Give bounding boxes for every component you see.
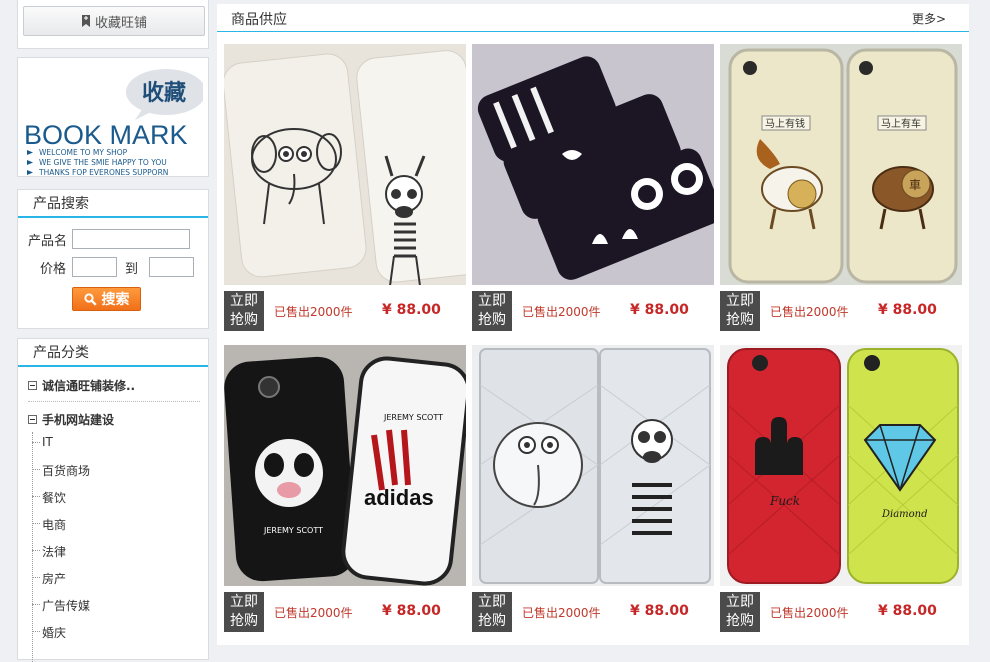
tree-line <box>32 432 34 662</box>
product-name-input[interactable] <box>72 229 190 249</box>
product-image-art-text-1: 马上有钱 <box>765 117 805 130</box>
bookmark-line-2: WE GIVE THE SMIE HAPPY TO YOU <box>39 158 167 167</box>
category-item-department-store[interactable]: 百货商场 <box>31 462 90 479</box>
favorite-shop-label: 收藏旺铺 <box>94 15 147 31</box>
bookmark-title: BOOK MARK <box>24 120 188 150</box>
product-supply-header: 商品供应 更多> <box>217 4 969 32</box>
price: ¥ 88.00 <box>382 603 441 619</box>
product-image-art-text-1: Fuck <box>769 494 800 508</box>
product-image-art-text-2: Diamond <box>881 509 928 520</box>
divider <box>28 401 200 402</box>
category-item-it[interactable]: IT <box>32 435 53 449</box>
more-link[interactable]: 更多> <box>912 10 946 27</box>
price-label: 价格 <box>40 261 67 277</box>
sold-count: 已售出2000件 <box>522 305 601 319</box>
price-min-input[interactable] <box>72 257 117 277</box>
bookmark-icon <box>81 15 90 27</box>
buy-now-button[interactable]: 立即 抢购 <box>224 291 264 331</box>
product-image[interactable] <box>224 44 466 285</box>
collapse-icon <box>28 415 37 424</box>
buy-now-button[interactable]: 立即 抢购 <box>720 592 760 632</box>
buy-now-label: 立即 抢购 <box>726 293 754 328</box>
search-button[interactable]: 搜索 <box>72 287 141 311</box>
phone-case-panda-adidas-image: JEREMY SCOTT adidas JEREMY SCOTT <box>224 345 466 586</box>
buy-now-label: 立即 抢购 <box>478 594 506 629</box>
category-item-ecommerce[interactable]: 电商 <box>31 516 66 533</box>
category-item-real-estate[interactable]: 房产 <box>31 570 66 587</box>
product-search-title: 产品搜索 <box>18 190 208 218</box>
bookmark-bubble-text: 收藏 <box>142 80 186 106</box>
price-to-label: 到 <box>125 261 139 277</box>
product-image-art-text-1: JEREMY SCOTT <box>263 526 323 535</box>
buy-now-label: 立即 抢购 <box>478 293 506 328</box>
price: ¥ 88.00 <box>878 603 937 619</box>
buy-now-label: 立即 抢购 <box>230 594 258 629</box>
bookmark-line-3: THANKS FOP EVERONES SUPPORN <box>38 168 168 176</box>
sold-count: 已售出2000件 <box>770 305 849 319</box>
phone-case-crystal-elephant-zebra-image <box>472 345 714 586</box>
category-item-catering[interactable]: 餐饮 <box>31 489 66 506</box>
favorite-shop-button[interactable]: 收藏旺铺 <box>23 6 205 36</box>
favorite-box: 收藏旺铺 <box>17 0 209 49</box>
product-name-label: 产品名 <box>28 233 68 249</box>
bookmark-banner: 收藏 BOOK MARK WELCOME TO MY SHOP WE GIVE … <box>17 57 209 177</box>
product-image[interactable] <box>472 345 714 586</box>
category-item-advertising[interactable]: 广告传媒 <box>31 597 90 614</box>
phone-case-elephant-zebra-image <box>224 44 466 285</box>
product-image-art-text-3: JEREMY SCOTT <box>383 413 443 422</box>
category-group-1[interactable]: 诚信通旺铺装修.. <box>28 377 135 394</box>
sold-count: 已售出2000件 <box>274 606 353 620</box>
product-image-art-text-3: 車 <box>909 178 921 192</box>
price: ¥ 88.00 <box>630 603 689 619</box>
sold-count: 已售出2000件 <box>274 305 353 319</box>
sold-count: 已售出2000件 <box>522 606 601 620</box>
product-search-panel: 产品搜索 产品名 价格 到 搜索 <box>17 189 209 329</box>
product-supply-panel: 商品供应 更多> 立即 抢购 已售出2000件 ¥ 88.00 立即 抢购 已售… <box>217 4 969 645</box>
search-button-label: 搜索 <box>101 292 130 308</box>
price-row: 价格 到 <box>40 257 195 277</box>
bookmark-logo: 收藏 BOOK MARK WELCOME TO MY SHOP WE GIVE … <box>24 69 203 176</box>
buy-now-button[interactable]: 立即 抢购 <box>720 291 760 331</box>
price: ¥ 88.00 <box>630 302 689 318</box>
phone-case-horse-image: 马上有钱 马上有车 車 <box>720 44 962 285</box>
category-group-1-label: 诚信通旺铺装修.. <box>42 379 136 393</box>
price-max-input[interactable] <box>149 257 195 277</box>
phone-case-black-animals-image <box>472 44 714 285</box>
phone-case-red-green-diamond-image: Fuck Diamond <box>720 345 962 586</box>
category-group-2-label: 手机网站建设 <box>42 413 115 427</box>
product-image[interactable]: Fuck Diamond <box>720 345 962 586</box>
product-category-panel: 产品分类 诚信通旺铺装修.. 手机网站建设 IT 百货商场 餐饮 电商 法律 房… <box>17 338 209 662</box>
product-image-art-text-2: 马上有车 <box>881 117 921 130</box>
search-icon <box>83 292 97 306</box>
product-image[interactable]: JEREMY SCOTT adidas JEREMY SCOTT <box>224 345 466 586</box>
product-name-row: 产品名 <box>28 229 190 249</box>
sold-count: 已售出2000件 <box>770 606 849 620</box>
price: ¥ 88.00 <box>382 302 441 318</box>
product-supply-title: 商品供应 <box>231 12 287 28</box>
product-image-art-text-2: adidas <box>364 485 434 510</box>
buy-now-button[interactable]: 立即 抢购 <box>472 291 512 331</box>
price: ¥ 88.00 <box>878 302 937 318</box>
category-item-wedding[interactable]: 婚庆 <box>31 624 66 641</box>
buy-now-button[interactable]: 立即 抢购 <box>472 592 512 632</box>
product-image[interactable] <box>472 44 714 285</box>
category-item-law[interactable]: 法律 <box>31 543 66 560</box>
product-category-title: 产品分类 <box>18 339 208 367</box>
buy-now-label: 立即 抢购 <box>726 594 754 629</box>
product-image[interactable]: 马上有钱 马上有车 車 <box>720 44 962 285</box>
category-group-2[interactable]: 手机网站建设 <box>28 411 114 428</box>
bookmark-line-1: WELCOME TO MY SHOP <box>39 148 128 157</box>
collapse-icon <box>28 381 37 390</box>
buy-now-label: 立即 抢购 <box>230 293 258 328</box>
buy-now-button[interactable]: 立即 抢购 <box>224 592 264 632</box>
